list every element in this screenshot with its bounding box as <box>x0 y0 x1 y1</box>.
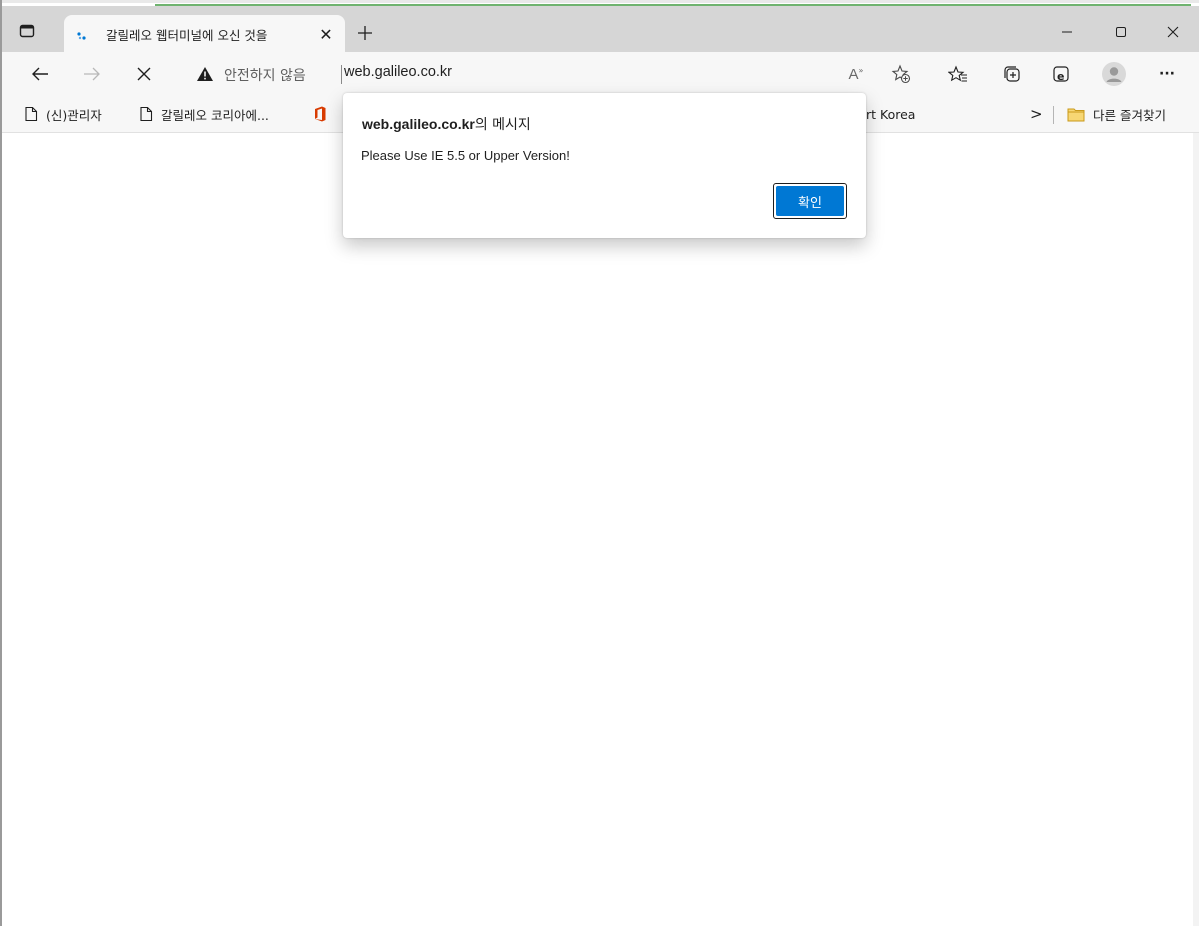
collections-button[interactable] <box>998 60 1026 88</box>
favorites-overflow-button[interactable]: > <box>1030 104 1043 124</box>
stop-icon <box>137 67 151 81</box>
new-tab-button[interactable] <box>354 22 376 44</box>
favorite-item-admin[interactable]: (신)관리자 <box>24 104 102 124</box>
favorite-item-label: 갈릴레오 코리아에... <box>161 107 269 123</box>
dialog-message: Please Use IE 5.5 or Upper Version! <box>361 148 570 163</box>
more-icon: ··· <box>1159 66 1175 82</box>
tab-active[interactable]: 갈릴레오 웹터미널에 오신 것을 ✕ <box>64 15 345 52</box>
scrollbar-track[interactable] <box>1193 133 1199 926</box>
address-separator <box>341 65 342 84</box>
toolbar: 안전하지 않음 web.galileo.co.kr A» e ··· <box>0 52 1199 96</box>
window-close-button[interactable] <box>1150 16 1196 48</box>
tab-strip: 갈릴레오 웹터미널에 오신 것을 ✕ <box>0 6 1199 52</box>
dialog-title-suffix: 의 메시지 <box>474 117 531 133</box>
stop-button[interactable] <box>130 60 158 88</box>
ok-button[interactable]: 확인 <box>773 183 847 219</box>
alert-dialog: web.galileo.co.kr의 메시지 Please Use IE 5.5… <box>343 93 866 238</box>
favorite-item-label: rt Korea <box>866 106 916 122</box>
forward-button[interactable] <box>78 60 106 88</box>
profile-button[interactable] <box>1100 60 1128 88</box>
back-arrow-icon <box>32 67 48 81</box>
address-bar[interactable]: 안전하지 않음 web.galileo.co.kr <box>178 58 930 90</box>
other-favorites-label: 다른 즐겨찾기 <box>1093 107 1166 123</box>
security-status-text[interactable]: 안전하지 않음 <box>224 65 306 85</box>
tab-actions-button[interactable] <box>16 20 38 42</box>
close-icon <box>1167 26 1179 38</box>
read-aloud-button[interactable]: A» <box>842 60 870 88</box>
maximize-icon <box>1116 27 1126 37</box>
profile-icon <box>1102 62 1126 86</box>
favorite-item-label: (신)관리자 <box>46 107 102 123</box>
chevron-right-icon: > <box>1030 105 1043 123</box>
add-favorite-icon <box>891 64 911 84</box>
plus-icon <box>358 26 372 40</box>
svg-text:e: e <box>1057 70 1064 83</box>
folder-icon <box>1067 107 1085 122</box>
page-icon <box>139 106 153 122</box>
favorite-item-office[interactable] <box>313 104 335 124</box>
favorites-button[interactable] <box>944 60 972 88</box>
window-left-border <box>0 0 2 926</box>
office-icon <box>313 106 327 122</box>
minimize-icon <box>1062 31 1072 33</box>
window-top-edge <box>0 0 1199 3</box>
favorites-icon <box>948 65 967 82</box>
favorite-item-korea[interactable]: rt Korea <box>866 104 915 124</box>
add-favorite-button[interactable] <box>887 60 915 88</box>
ie-mode-button[interactable]: e <box>1047 60 1075 88</box>
more-button[interactable]: ··· <box>1153 60 1181 88</box>
other-favorites-button[interactable]: 다른 즐겨찾기 <box>1067 104 1166 124</box>
back-button[interactable] <box>26 60 54 88</box>
page-icon <box>24 106 38 122</box>
favorite-item-galileo[interactable]: 갈릴레오 코리아에... <box>139 104 269 124</box>
loading-icon <box>77 32 86 40</box>
page-content <box>0 133 1199 926</box>
favorites-divider <box>1053 106 1054 124</box>
ie-mode-icon: e <box>1053 66 1069 83</box>
forward-arrow-icon <box>84 67 100 81</box>
dialog-title: web.galileo.co.kr의 메시지 <box>362 114 531 134</box>
tab-actions-icon <box>19 24 35 38</box>
collections-icon <box>1004 66 1020 82</box>
read-aloud-icon: A <box>848 65 859 83</box>
warning-icon[interactable] <box>196 66 214 82</box>
tab-close-button[interactable]: ✕ <box>316 24 336 44</box>
dialog-origin: web.galileo.co.kr <box>362 116 475 132</box>
ok-button-label: 확인 <box>776 186 844 216</box>
maximize-button[interactable] <box>1098 16 1144 48</box>
read-aloud-wave: » <box>858 65 864 75</box>
minimize-button[interactable] <box>1044 16 1090 48</box>
url-text[interactable]: web.galileo.co.kr <box>344 64 452 80</box>
